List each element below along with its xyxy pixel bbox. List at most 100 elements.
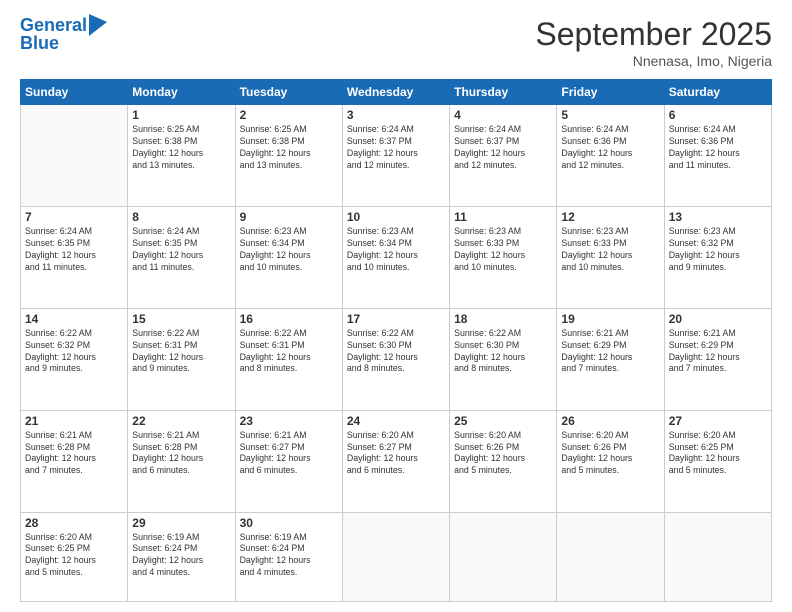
day-number: 4 xyxy=(454,108,552,122)
cell-info: Sunrise: 6:22 AMSunset: 6:31 PMDaylight:… xyxy=(240,328,338,376)
cell-info: Sunrise: 6:24 AMSunset: 6:36 PMDaylight:… xyxy=(669,124,767,172)
cell-info: Sunrise: 6:20 AMSunset: 6:25 PMDaylight:… xyxy=(25,532,123,580)
weekday-header-row: SundayMondayTuesdayWednesdayThursdayFrid… xyxy=(21,80,772,105)
day-number: 10 xyxy=(347,210,445,224)
cell-info: Sunrise: 6:23 AMSunset: 6:32 PMDaylight:… xyxy=(669,226,767,274)
calendar-cell: 11 Sunrise: 6:23 AMSunset: 6:33 PMDayligh… xyxy=(450,206,557,308)
calendar-cell: 14 Sunrise: 6:22 AMSunset: 6:32 PMDayligh… xyxy=(21,308,128,410)
cell-info: Sunrise: 6:24 AMSunset: 6:36 PMDaylight:… xyxy=(561,124,659,172)
day-number: 16 xyxy=(240,312,338,326)
cell-info: Sunrise: 6:22 AMSunset: 6:31 PMDaylight:… xyxy=(132,328,230,376)
cell-info: Sunrise: 6:22 AMSunset: 6:30 PMDaylight:… xyxy=(454,328,552,376)
weekday-header-saturday: Saturday xyxy=(664,80,771,105)
day-number: 9 xyxy=(240,210,338,224)
calendar-cell: 15 Sunrise: 6:22 AMSunset: 6:31 PMDayligh… xyxy=(128,308,235,410)
cell-info: Sunrise: 6:21 AMSunset: 6:29 PMDaylight:… xyxy=(561,328,659,376)
calendar-cell xyxy=(557,512,664,602)
calendar-cell: 10 Sunrise: 6:23 AMSunset: 6:34 PMDayligh… xyxy=(342,206,449,308)
calendar-cell xyxy=(664,512,771,602)
day-number: 28 xyxy=(25,516,123,530)
logo-icon xyxy=(89,14,107,36)
calendar-cell xyxy=(21,105,128,207)
calendar-cell: 17 Sunrise: 6:22 AMSunset: 6:30 PMDayligh… xyxy=(342,308,449,410)
weekday-header-sunday: Sunday xyxy=(21,80,128,105)
calendar-cell: 24Sunrise: 6:20 AMSunset: 6:27 PMDayligh… xyxy=(342,410,449,512)
month-title: September 2025 xyxy=(535,16,772,53)
cell-info: Sunrise: 6:19 AMSunset: 6:24 PMDaylight:… xyxy=(132,532,230,580)
day-number: 27 xyxy=(669,414,767,428)
calendar-table: SundayMondayTuesdayWednesdayThursdayFrid… xyxy=(20,79,772,602)
day-number: 15 xyxy=(132,312,230,326)
calendar-cell: 8 Sunrise: 6:24 AMSunset: 6:35 PMDaylight… xyxy=(128,206,235,308)
weekday-header-monday: Monday xyxy=(128,80,235,105)
cell-info: Sunrise: 6:22 AMSunset: 6:30 PMDaylight:… xyxy=(347,328,445,376)
weekday-header-friday: Friday xyxy=(557,80,664,105)
calendar-cell: 12 Sunrise: 6:23 AMSunset: 6:33 PMDayligh… xyxy=(557,206,664,308)
day-number: 22 xyxy=(132,414,230,428)
page: General Blue September 2025 Nnenasa, Imo… xyxy=(0,0,792,612)
calendar-cell: 22 Sunrise: 6:21 AMSunset: 6:28 PMDayligh… xyxy=(128,410,235,512)
cell-info: Sunrise: 6:23 AMSunset: 6:34 PMDaylight:… xyxy=(347,226,445,274)
cell-info: Sunrise: 6:21 AMSunset: 6:28 PMDaylight:… xyxy=(25,430,123,478)
day-number: 30 xyxy=(240,516,338,530)
cell-info: Sunrise: 6:24 AMSunset: 6:37 PMDaylight:… xyxy=(454,124,552,172)
day-number: 6 xyxy=(669,108,767,122)
week-row-4: 21 Sunrise: 6:21 AMSunset: 6:28 PMDayligh… xyxy=(21,410,772,512)
title-block: September 2025 Nnenasa, Imo, Nigeria xyxy=(535,16,772,69)
day-number: 7 xyxy=(25,210,123,224)
calendar-cell: 1 Sunrise: 6:25 AMSunset: 6:38 PMDaylight… xyxy=(128,105,235,207)
day-number: 12 xyxy=(561,210,659,224)
week-row-2: 7 Sunrise: 6:24 AMSunset: 6:35 PMDaylight… xyxy=(21,206,772,308)
logo: General Blue xyxy=(20,16,107,54)
calendar-cell: 9Sunrise: 6:23 AMSunset: 6:34 PMDaylight… xyxy=(235,206,342,308)
day-number: 17 xyxy=(347,312,445,326)
week-row-3: 14 Sunrise: 6:22 AMSunset: 6:32 PMDayligh… xyxy=(21,308,772,410)
calendar-cell: 20 Sunrise: 6:21 AMSunset: 6:29 PMDayligh… xyxy=(664,308,771,410)
calendar-cell: 16 Sunrise: 6:22 AMSunset: 6:31 PMDayligh… xyxy=(235,308,342,410)
calendar-cell: 2 Sunrise: 6:25 AMSunset: 6:38 PMDaylight… xyxy=(235,105,342,207)
cell-info: Sunrise: 6:22 AMSunset: 6:32 PMDaylight:… xyxy=(25,328,123,376)
calendar-cell: 30 Sunrise: 6:19 AMSunset: 6:24 PMDayligh… xyxy=(235,512,342,602)
calendar-cell: 19 Sunrise: 6:21 AMSunset: 6:29 PMDayligh… xyxy=(557,308,664,410)
calendar-cell: 6 Sunrise: 6:24 AMSunset: 6:36 PMDaylight… xyxy=(664,105,771,207)
calendar-cell: 3Sunrise: 6:24 AMSunset: 6:37 PMDaylight… xyxy=(342,105,449,207)
day-number: 20 xyxy=(669,312,767,326)
calendar-cell: 5Sunrise: 6:24 AMSunset: 6:36 PMDaylight… xyxy=(557,105,664,207)
cell-info: Sunrise: 6:23 AMSunset: 6:33 PMDaylight:… xyxy=(561,226,659,274)
day-number: 23 xyxy=(240,414,338,428)
cell-info: Sunrise: 6:21 AMSunset: 6:27 PMDaylight:… xyxy=(240,430,338,478)
cell-info: Sunrise: 6:20 AMSunset: 6:26 PMDaylight:… xyxy=(454,430,552,478)
day-number: 19 xyxy=(561,312,659,326)
cell-info: Sunrise: 6:21 AMSunset: 6:28 PMDaylight:… xyxy=(132,430,230,478)
day-number: 18 xyxy=(454,312,552,326)
cell-info: Sunrise: 6:25 AMSunset: 6:38 PMDaylight:… xyxy=(132,124,230,172)
calendar-cell: 13Sunrise: 6:23 AMSunset: 6:32 PMDayligh… xyxy=(664,206,771,308)
calendar-cell: 23 Sunrise: 6:21 AMSunset: 6:27 PMDayligh… xyxy=(235,410,342,512)
day-number: 2 xyxy=(240,108,338,122)
day-number: 21 xyxy=(25,414,123,428)
day-number: 11 xyxy=(454,210,552,224)
cell-info: Sunrise: 6:20 AMSunset: 6:26 PMDaylight:… xyxy=(561,430,659,478)
cell-info: Sunrise: 6:20 AMSunset: 6:27 PMDaylight:… xyxy=(347,430,445,478)
day-number: 29 xyxy=(132,516,230,530)
day-number: 25 xyxy=(454,414,552,428)
cell-info: Sunrise: 6:21 AMSunset: 6:29 PMDaylight:… xyxy=(669,328,767,376)
calendar-cell: 18 Sunrise: 6:22 AMSunset: 6:30 PMDayligh… xyxy=(450,308,557,410)
weekday-header-tuesday: Tuesday xyxy=(235,80,342,105)
day-number: 1 xyxy=(132,108,230,122)
day-number: 26 xyxy=(561,414,659,428)
day-number: 8 xyxy=(132,210,230,224)
day-number: 14 xyxy=(25,312,123,326)
calendar-cell: 21 Sunrise: 6:21 AMSunset: 6:28 PMDayligh… xyxy=(21,410,128,512)
calendar-cell xyxy=(342,512,449,602)
cell-info: Sunrise: 6:25 AMSunset: 6:38 PMDaylight:… xyxy=(240,124,338,172)
cell-info: Sunrise: 6:24 AMSunset: 6:35 PMDaylight:… xyxy=(132,226,230,274)
cell-info: Sunrise: 6:23 AMSunset: 6:33 PMDaylight:… xyxy=(454,226,552,274)
week-row-5: 28 Sunrise: 6:20 AMSunset: 6:25 PMDayligh… xyxy=(21,512,772,602)
cell-info: Sunrise: 6:24 AMSunset: 6:35 PMDaylight:… xyxy=(25,226,123,274)
calendar-cell: 28 Sunrise: 6:20 AMSunset: 6:25 PMDayligh… xyxy=(21,512,128,602)
week-row-1: 1 Sunrise: 6:25 AMSunset: 6:38 PMDaylight… xyxy=(21,105,772,207)
calendar-cell: 7 Sunrise: 6:24 AMSunset: 6:35 PMDaylight… xyxy=(21,206,128,308)
cell-info: Sunrise: 6:19 AMSunset: 6:24 PMDaylight:… xyxy=(240,532,338,580)
calendar-cell: 26 Sunrise: 6:20 AMSunset: 6:26 PMDayligh… xyxy=(557,410,664,512)
